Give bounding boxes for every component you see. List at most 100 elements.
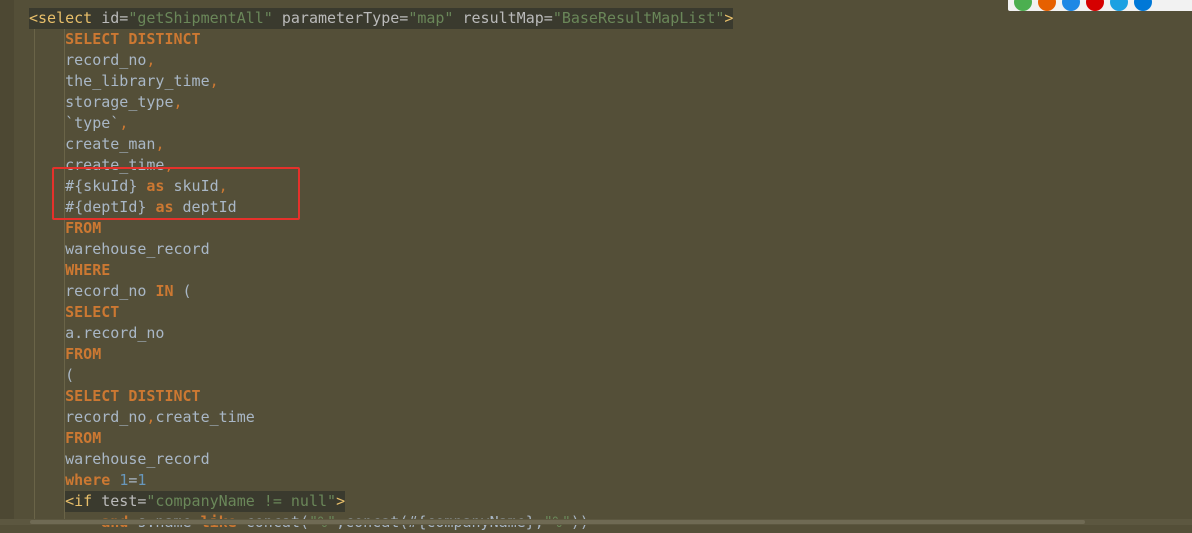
code-token: , xyxy=(119,114,129,132)
code-token: "BaseResultMapList" xyxy=(552,9,725,27)
ie-icon[interactable] xyxy=(1110,0,1128,11)
code-line[interactable]: warehouse_record xyxy=(29,449,1192,470)
code-token: , xyxy=(173,93,183,111)
code-content: FROM xyxy=(29,428,101,449)
code-token: ( xyxy=(29,366,75,384)
code-token: create_time xyxy=(155,408,255,426)
code-token: a.record_no xyxy=(29,324,165,342)
code-line[interactable]: `type`, xyxy=(29,113,1192,134)
code-token: record_no xyxy=(29,282,156,300)
code-token: FROM xyxy=(65,345,102,363)
code-line[interactable]: warehouse_record xyxy=(29,239,1192,260)
firefox-icon[interactable] xyxy=(1038,0,1056,11)
code-content: warehouse_record xyxy=(29,449,210,470)
code-line[interactable]: SELECT DISTINCT xyxy=(29,29,1192,50)
code-content: <if test="companyName != null"> xyxy=(65,491,346,512)
code-token: SELECT DISTINCT xyxy=(65,30,201,48)
code-line[interactable]: where 1=1 xyxy=(29,470,1192,491)
code-token: record_no xyxy=(29,408,147,426)
code-content: ( xyxy=(29,365,74,386)
code-token: SELECT xyxy=(65,303,120,321)
code-line[interactable]: a.record_no xyxy=(29,323,1192,344)
code-token: , xyxy=(155,135,165,153)
chrome-icon[interactable] xyxy=(1014,0,1032,11)
code-token: warehouse_record xyxy=(29,450,210,468)
code-token: parameterType= xyxy=(272,9,409,27)
code-content: a.record_no xyxy=(29,323,164,344)
code-line[interactable]: FROM xyxy=(29,344,1192,365)
code-content: SELECT DISTINCT xyxy=(29,29,201,50)
code-token: id= xyxy=(92,9,129,27)
code-content: create_man, xyxy=(29,134,164,155)
code-line[interactable]: storage_type, xyxy=(29,92,1192,113)
code-token: FROM xyxy=(65,429,102,447)
browser-preview-bar xyxy=(1008,0,1192,11)
code-token: "getShipmentAll" xyxy=(128,9,273,27)
code-line[interactable]: SELECT xyxy=(29,302,1192,323)
edge-icon[interactable] xyxy=(1134,0,1152,11)
code-token: "companyName != null" xyxy=(146,492,337,510)
code-line[interactable]: FROM xyxy=(29,428,1192,449)
code-token: test= xyxy=(92,492,147,510)
code-line[interactable]: SELECT DISTINCT xyxy=(29,386,1192,407)
code-token: `type` xyxy=(29,114,120,132)
code-line[interactable]: <select id="getShipmentAll" parameterTyp… xyxy=(29,8,1192,29)
code-token: > xyxy=(724,9,734,27)
code-line[interactable]: the_library_time, xyxy=(29,71,1192,92)
code-content: warehouse_record xyxy=(29,239,210,260)
code-content: record_no, xyxy=(29,50,155,71)
code-token: <if xyxy=(65,492,93,510)
code-line[interactable]: record_no,create_time xyxy=(29,407,1192,428)
code-token: SELECT DISTINCT xyxy=(65,387,201,405)
code-token: , xyxy=(146,51,156,69)
code-token: , xyxy=(209,72,219,90)
code-content: FROM xyxy=(29,218,101,239)
code-token: resultMap= xyxy=(453,9,553,27)
scrollbar-thumb[interactable] xyxy=(30,520,1085,524)
code-line[interactable]: record_no, xyxy=(29,50,1192,71)
code-line[interactable]: WHERE xyxy=(29,260,1192,281)
code-content: record_no,create_time xyxy=(29,407,255,428)
code-token: "map" xyxy=(408,9,454,27)
code-token: IN xyxy=(155,282,174,300)
code-line[interactable]: create_man, xyxy=(29,134,1192,155)
code-token: FROM xyxy=(65,219,102,237)
code-content: WHERE xyxy=(29,260,110,281)
code-content: FROM xyxy=(29,344,101,365)
editor-gutter xyxy=(0,0,14,525)
code-content: storage_type, xyxy=(29,92,183,113)
code-token: WHERE xyxy=(65,261,111,279)
highlight-annotation-box xyxy=(52,167,300,220)
code-line[interactable]: <if test="companyName != null"> xyxy=(29,491,1192,512)
code-token: <select xyxy=(29,9,93,27)
code-content: where 1=1 xyxy=(29,470,146,491)
code-token: ( xyxy=(173,282,192,300)
code-content: <select id="getShipmentAll" parameterTyp… xyxy=(29,8,734,29)
code-content: `type`, xyxy=(29,113,128,134)
code-content: record_no IN ( xyxy=(29,281,192,302)
opera-icon[interactable] xyxy=(1086,0,1104,11)
code-token: warehouse_record xyxy=(29,240,210,258)
code-line[interactable]: FROM xyxy=(29,218,1192,239)
code-line[interactable]: ( xyxy=(29,365,1192,386)
code-token: > xyxy=(336,492,346,510)
code-token: 1 xyxy=(137,471,147,489)
code-line[interactable]: record_no IN ( xyxy=(29,281,1192,302)
code-editor[interactable]: <select id="getShipmentAll" parameterTyp… xyxy=(29,8,1192,533)
code-token: record_no xyxy=(29,51,147,69)
code-token: create_man xyxy=(29,135,156,153)
horizontal-scrollbar[interactable] xyxy=(0,519,1192,525)
code-content: SELECT xyxy=(29,302,119,323)
code-content: SELECT DISTINCT xyxy=(29,386,201,407)
safari-icon[interactable] xyxy=(1062,0,1080,11)
code-token: 1 xyxy=(119,471,129,489)
